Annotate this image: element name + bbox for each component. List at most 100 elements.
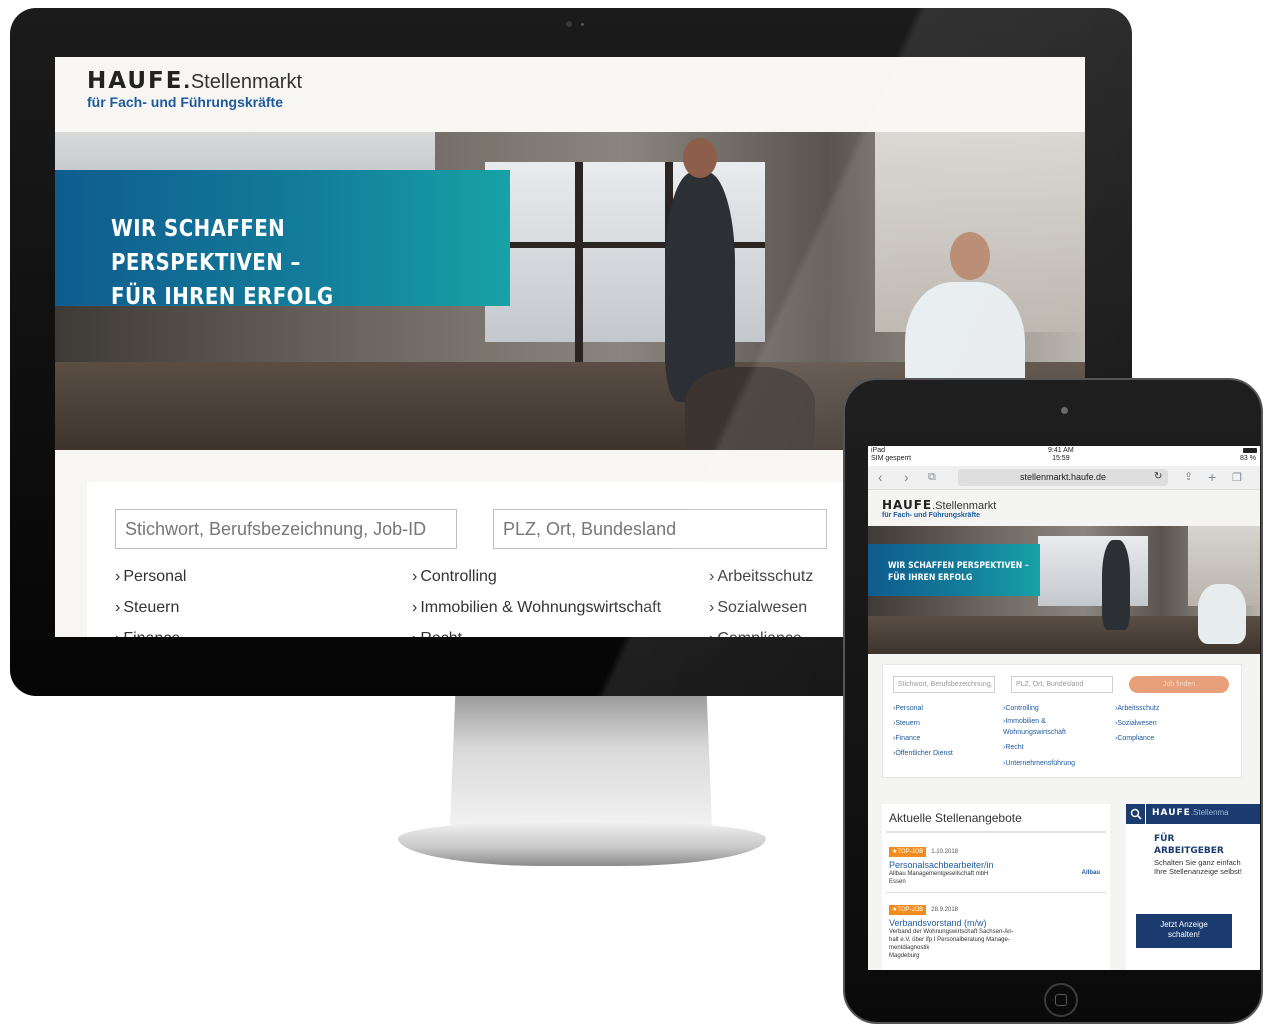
find-job-button[interactable]: Job finden bbox=[1129, 676, 1229, 693]
job-date: 1.10.2018 bbox=[931, 849, 958, 855]
status-time-top: 9:41 AM bbox=[1048, 447, 1074, 454]
reload-icon[interactable]: ↻ bbox=[1154, 471, 1162, 482]
category-link-immobilien[interactable]: ›Immobilien & Wohnungswirtschaft bbox=[1003, 716, 1066, 738]
category-link-controlling[interactable]: Controlling bbox=[412, 568, 496, 586]
post-ad-button[interactable]: Jetzt Anzeige schalten! bbox=[1136, 914, 1232, 948]
badge-label: TOP-JOB bbox=[897, 907, 924, 913]
category-link-steuern[interactable]: ›Steuern bbox=[893, 718, 920, 729]
job-listing[interactable]: ★TOP-JOB 1.10.2018 Personalsachbearbeiter… bbox=[889, 840, 1104, 886]
ipad-hero-banner: WIR SCHAFFEN PERSPEKTIVEN – FÜR IHREN ER… bbox=[868, 544, 1040, 596]
logo-text: Stellenmarkt bbox=[190, 71, 302, 93]
hero-banner: WIR SCHAFFEN PERSPEKTIVEN – FÜR IHREN ER… bbox=[55, 170, 510, 310]
bookmarks-icon[interactable]: ⧉ bbox=[928, 471, 936, 484]
ipad-site-logo[interactable]: HAUFE. Stellenmarkt bbox=[882, 498, 996, 512]
employer-logo-text: .Stellenma bbox=[1190, 808, 1229, 817]
job-title[interactable]: Personalsachbearbeiter/in bbox=[889, 860, 1104, 870]
ipad-hero-title: WIR SCHAFFEN PERSPEKTIVEN – FÜR IHREN ER… bbox=[888, 560, 1029, 584]
post-ad-label-line1: Jetzt Anzeige bbox=[1160, 920, 1208, 929]
category-label: Wohnungswirtschaft bbox=[1003, 729, 1066, 736]
category-link-arbeitsschutz[interactable]: ›Arbeitsschutz bbox=[1115, 703, 1159, 714]
back-icon[interactable]: ‹ bbox=[878, 469, 883, 485]
hero-title: WIR SCHAFFEN PERSPEKTIVEN – FÜR IHREN ER… bbox=[111, 212, 454, 314]
logo-mark: HAUFE bbox=[87, 68, 184, 94]
topjob-badge: ★TOP-JOB bbox=[889, 905, 927, 915]
category-label: Controlling bbox=[1005, 705, 1039, 712]
share-icon[interactable]: ⇪ bbox=[1184, 470, 1193, 483]
location-search-input[interactable]: PLZ, Ort, Bundesland bbox=[1011, 676, 1113, 693]
category-link-recht[interactable]: ›Recht bbox=[1003, 742, 1024, 753]
job-date: 28.9.2018 bbox=[931, 907, 958, 913]
category-label: Unternehmensführung bbox=[1005, 760, 1075, 767]
category-link-sozialwesen[interactable]: ›Sozialwesen bbox=[1115, 718, 1157, 729]
person-head bbox=[950, 232, 990, 280]
keyword-search-input[interactable]: Stichwort, Berufsbezeichnung, Job-ID bbox=[115, 509, 457, 549]
tabs-icon[interactable]: ❐ bbox=[1232, 471, 1242, 484]
forward-icon[interactable]: › bbox=[904, 469, 909, 485]
category-link-oeffentlicher-dienst[interactable]: ›Öffentlicher Dienst bbox=[893, 748, 953, 759]
category-label: Steuern bbox=[895, 720, 920, 727]
category-label: Compliance bbox=[1117, 735, 1155, 742]
site-logo[interactable]: HAUFE. Stellenmarkt bbox=[87, 67, 302, 94]
ipad-screen: iPad SIM gesperrt 9:41 AM 15:59 83 % ‹ ›… bbox=[868, 446, 1260, 970]
logo-text: Stellenmarkt bbox=[935, 500, 997, 512]
employer-title-line1: FÜR bbox=[1154, 834, 1175, 844]
employer-title-line2: ARBEITGEBER bbox=[1154, 846, 1224, 856]
keyword-search-input[interactable]: Stichwort, Berufsbezeichnung, Job-ID bbox=[893, 676, 995, 693]
job-company: Verband der Wohnungswirtschaft Sachsen-A… bbox=[889, 929, 1014, 935]
category-link-controlling[interactable]: ›Controlling bbox=[1003, 703, 1039, 714]
job-location: Essen bbox=[889, 879, 906, 885]
employer-logo: HAUFE.Stellenma bbox=[1152, 808, 1229, 818]
category-link-unternehmensfuehrung[interactable]: ›Unternehmensführung bbox=[1003, 758, 1075, 769]
new-tab-icon[interactable]: + bbox=[1208, 469, 1216, 485]
logo-mark: HAUFE bbox=[882, 498, 933, 512]
camera-sensor bbox=[581, 23, 584, 26]
window-frame bbox=[575, 162, 583, 362]
category-label: Recht bbox=[1005, 744, 1024, 751]
hero-title-line2: FÜR IHREN ERFOLG bbox=[111, 284, 334, 310]
status-bar: iPad SIM gesperrt 9:41 AM 15:59 83 % bbox=[868, 446, 1260, 466]
category-link-arbeitsschutz[interactable]: Arbeitsschutz bbox=[709, 568, 813, 586]
category-link-finance[interactable]: Finance bbox=[115, 630, 180, 637]
job-listings-panel: Aktuelle Stellenangebote ★TOP-JOB 1.10.20… bbox=[882, 804, 1110, 970]
ipad-camera-icon bbox=[1061, 407, 1068, 414]
status-time-bottom: 15:59 bbox=[1052, 455, 1070, 462]
url-field[interactable]: stellenmarkt.haufe.de bbox=[958, 469, 1168, 486]
imac-stand bbox=[450, 696, 712, 826]
search-icon[interactable] bbox=[1126, 804, 1146, 824]
home-button-icon bbox=[1055, 994, 1067, 1006]
logo-subtitle: für Fach- und Führungskräfte bbox=[87, 94, 283, 110]
ipad-hero-image: WIR SCHAFFEN PERSPEKTIVEN – FÜR IHREN ER… bbox=[868, 526, 1260, 654]
category-label: Arbeitsschutz bbox=[1117, 705, 1160, 712]
category-link-compliance[interactable]: ›Compliance bbox=[1115, 733, 1154, 744]
ipad-search-panel: Stichwort, Berufsbezeichnung, Job-ID PLZ… bbox=[882, 664, 1242, 778]
topjob-badge: ★TOP-JOB bbox=[889, 847, 927, 857]
job-listings-heading: Aktuelle Stellenangebote bbox=[889, 811, 1022, 825]
location-search-input[interactable]: PLZ, Ort, Bundesland bbox=[493, 509, 827, 549]
job-company-cont: halt e.V. über ifp I Personalberatung Ma… bbox=[889, 937, 1010, 943]
job-location: Magdeburg bbox=[889, 953, 920, 959]
person-head bbox=[683, 138, 717, 178]
category-link-sozialwesen[interactable]: Sozialwesen bbox=[709, 599, 807, 617]
category-link-recht[interactable]: Recht bbox=[412, 630, 462, 637]
hero-title-line2: FÜR IHREN ERFOLG bbox=[888, 573, 973, 583]
category-link-personal[interactable]: Personal bbox=[115, 568, 186, 586]
category-link-immobilien[interactable]: Immobilien & Wohnungswirtschaft bbox=[412, 599, 661, 617]
category-label: Personal bbox=[895, 705, 923, 712]
camera-icon bbox=[566, 21, 572, 27]
category-link-steuern[interactable]: Steuern bbox=[115, 599, 179, 617]
badge-label: TOP-JOB bbox=[897, 849, 924, 855]
job-title[interactable]: Verbandsvorstand (m/w) bbox=[889, 918, 1104, 928]
employer-logo-mark: HAUFE bbox=[1152, 808, 1191, 818]
employer-text: Schalten Sie ganz einfach Ihre Stellenan… bbox=[1154, 858, 1242, 876]
job-listing[interactable]: ★TOP-JOB 28.9.2018 Verbandsvorstand (m/w)… bbox=[889, 898, 1104, 960]
company-logo: Allbau bbox=[1081, 870, 1100, 876]
employer-title: FÜR ARBEITGEBER bbox=[1154, 833, 1224, 857]
browser-toolbar: ‹ › ⧉ stellenmarkt.haufe.de ↻ ⇪ + ❐ bbox=[868, 466, 1260, 490]
battery-level: 83 % bbox=[1240, 455, 1256, 462]
category-link-compliance[interactable]: Compliance bbox=[709, 630, 801, 637]
divider bbox=[886, 831, 1106, 833]
category-link-personal[interactable]: ›Personal bbox=[893, 703, 923, 714]
person-standing bbox=[1102, 540, 1130, 630]
employer-panel: HAUFE.Stellenma FÜR ARBEITGEBER Schalten… bbox=[1126, 804, 1260, 970]
category-link-finance[interactable]: ›Finance bbox=[893, 733, 920, 744]
